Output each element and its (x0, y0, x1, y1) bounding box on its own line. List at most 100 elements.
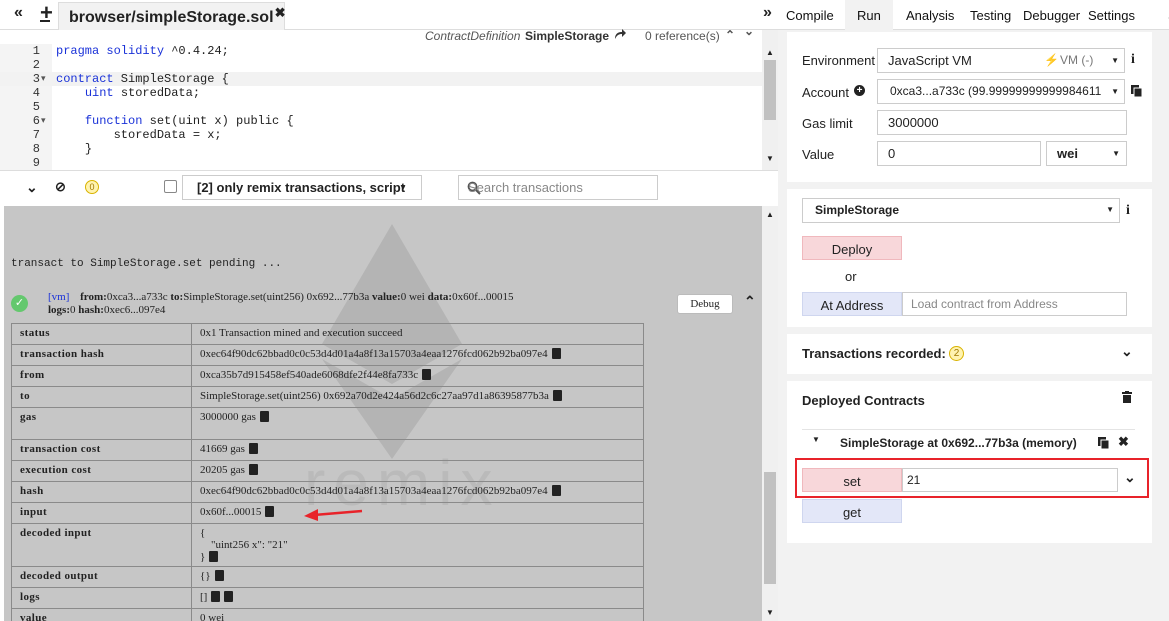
copy-address-icon[interactable] (1098, 437, 1110, 450)
copy-icon[interactable] (214, 570, 224, 581)
pending-message: transact to SimpleStorage.set pending ..… (11, 258, 282, 270)
copy-icon[interactable] (551, 485, 561, 496)
code-line[interactable]: 3 ▾ contract SimpleStorage { (0, 72, 762, 86)
goto-definition-icon[interactable] (614, 28, 626, 40)
code-line[interactable]: 8 } (0, 142, 762, 156)
code-text: storedData = x; (113, 128, 222, 142)
terminal-scroll-up-icon[interactable]: ▲ (766, 210, 774, 219)
expand-set-icon[interactable]: ⌄ (1124, 469, 1136, 486)
code-line[interactable]: 2 (0, 58, 762, 72)
line-number: 7 (32, 128, 40, 142)
copy-icon[interactable] (422, 369, 432, 380)
deployed-contracts-card: Deployed Contracts ▼ SimpleStorage at 0x… (787, 381, 1152, 543)
code-line[interactable]: 9 (0, 156, 762, 170)
terminal-output[interactable]: remix transact to SimpleStorage.set pend… (4, 206, 762, 621)
code-keyword: function (84, 114, 143, 128)
add-file-icon[interactable]: + (40, 0, 53, 26)
fold-icon[interactable]: ▾ (41, 72, 46, 86)
copy-icon[interactable] (551, 348, 561, 359)
file-tab[interactable]: browser/simpleStorage.sol ✖ (58, 2, 286, 30)
code-text: } (84, 142, 93, 156)
instance-header[interactable]: ▼ SimpleStorage at 0x692...77b3a (memory… (802, 429, 1135, 457)
tab-compile[interactable]: Compile (786, 8, 834, 23)
collapse-right-icon[interactable]: » (763, 4, 772, 22)
value-unit-select[interactable]: wei ▼ (1046, 141, 1127, 166)
set-button[interactable]: set (802, 468, 902, 492)
gas-limit-label: Gas limit (802, 116, 853, 131)
line-number: 5 (32, 100, 40, 114)
detail-value-cell: 0 wei (191, 608, 644, 621)
tab-analysis[interactable]: Analysis (906, 8, 954, 23)
detail-row: from 0xca35b7d915458ef540ade6068dfe2f44e8… (11, 365, 644, 387)
search-transactions[interactable]: Search transactions (458, 175, 658, 200)
at-address-button[interactable]: At Address (802, 292, 902, 316)
tab-testing[interactable]: Testing (970, 8, 1011, 23)
code-lines: 1 pragma solidity ^0.4.24; 2 3 ▾ contract Sim… (0, 44, 762, 170)
transactions-recorded-card[interactable]: Transactions recorded: 2 ⌄ (787, 334, 1152, 374)
code-editor[interactable]: ContractDefinition SimpleStorage 0 refer… (0, 24, 778, 170)
contract-info-icon[interactable]: i (1126, 203, 1130, 219)
code-line[interactable]: 1 pragma solidity ^0.4.24; (0, 44, 762, 58)
copy-account-icon[interactable] (1131, 85, 1143, 98)
fold-icon[interactable]: ▾ (41, 114, 46, 128)
code-line[interactable]: 5 (0, 100, 762, 114)
editor-scroll-thumb[interactable] (764, 60, 776, 120)
value-input[interactable]: 0 (877, 141, 1041, 166)
tab-settings[interactable]: Settings (1088, 8, 1135, 23)
transaction-log-summary[interactable]: [vm] from:0xca3...a733c to:SimpleStorage… (48, 291, 668, 317)
copy-icon[interactable] (265, 506, 275, 517)
scroll-up-icon[interactable]: ▲ (766, 48, 774, 57)
copy-icon[interactable] (224, 591, 234, 602)
copy-icon[interactable] (259, 411, 269, 422)
terminal-scroll-thumb[interactable] (764, 472, 776, 584)
trash-icon[interactable] (1122, 391, 1132, 403)
close-tab-icon[interactable]: ✖ (275, 5, 286, 21)
remove-instance-icon[interactable]: ✖ (1118, 434, 1129, 450)
copy-icon[interactable] (248, 443, 258, 454)
tab-run[interactable]: Run (845, 0, 893, 30)
terminal-scroll-down-icon[interactable]: ▼ (766, 608, 774, 617)
next-reference-icon[interactable]: ⌄ (744, 24, 754, 38)
set-input[interactable]: 21 (902, 468, 1118, 492)
expand-recorded-icon[interactable]: ⌄ (1121, 343, 1133, 360)
get-button[interactable]: get (802, 499, 902, 523)
detail-value-cell: 3000000 gas (191, 407, 644, 440)
copy-icon[interactable] (209, 551, 219, 562)
environment-info-icon[interactable]: i (1131, 52, 1135, 68)
prev-reference-icon[interactable]: ⌃ (725, 28, 735, 42)
transaction-filter-select[interactable]: [2] only remix transactions, script ▼ (182, 175, 422, 200)
copy-icon[interactable] (552, 390, 562, 401)
at-address-input[interactable]: Load contract from Address (902, 292, 1127, 316)
code-line[interactable]: 4 uint storedData; (0, 86, 762, 100)
copy-icon[interactable] (248, 464, 258, 475)
terminal-scrollbar[interactable]: ▲ ▼ (762, 206, 778, 621)
listen-network-checkbox[interactable] (164, 180, 177, 193)
detail-row: value 0 wei (11, 608, 644, 621)
copy-icon[interactable] (211, 591, 221, 602)
log-data-label: data: (427, 291, 453, 303)
chevron-down-icon: ▼ (1106, 205, 1114, 214)
scroll-down-icon[interactable]: ▼ (766, 154, 774, 163)
definition-name: SimpleStorage (525, 29, 610, 43)
account-select[interactable]: 0xca3...a733c (99.99999999999984611 ▼ (877, 79, 1125, 104)
contract-select[interactable]: SimpleStorage ▼ (802, 198, 1120, 223)
caret-down-icon[interactable]: ▼ (812, 435, 820, 444)
detail-key: decoded output (11, 566, 192, 588)
detail-row: transaction hash 0xec64f90dc62bbad0c0c53d… (11, 344, 644, 366)
detail-value: {} (200, 570, 211, 582)
code-line[interactable]: 6 ▾ function set(uint x) public { (0, 114, 762, 128)
environment-select[interactable]: JavaScript VM ⚡ VM (-) ▼ (877, 48, 1125, 73)
gas-limit-input[interactable]: 3000000 (877, 110, 1127, 135)
debug-button[interactable]: Debug (677, 294, 733, 314)
collapse-log-icon[interactable]: ⌃ (744, 294, 756, 311)
deploy-button[interactable]: Deploy (802, 236, 902, 260)
minimize-terminal-icon[interactable]: ⌄ (26, 179, 38, 196)
code-line[interactable]: 7 storedData = x; (0, 128, 762, 142)
detail-value-cell: [] (191, 587, 644, 609)
definition-type: ContractDefinition (425, 29, 521, 43)
collapse-left-icon[interactable]: « (14, 4, 23, 22)
editor-scrollbar[interactable]: ▲ ▼ (762, 30, 778, 170)
clear-console-icon[interactable]: ⊘ (55, 179, 66, 195)
add-account-icon[interactable]: + (854, 85, 865, 96)
tab-debugger[interactable]: Debugger (1023, 8, 1080, 23)
